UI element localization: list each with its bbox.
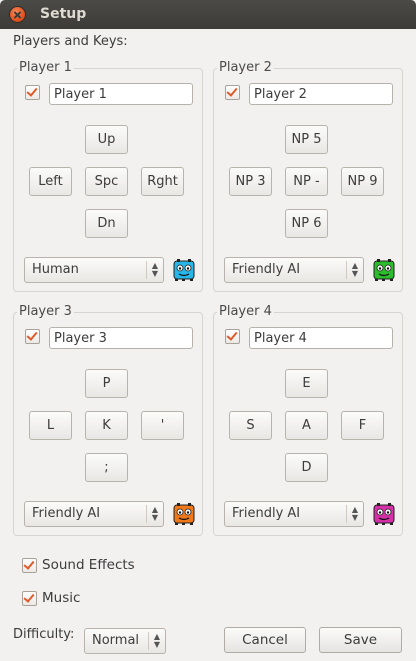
player-1-avatar-icon[interactable]	[173, 258, 195, 282]
player-2-legend: Player 2	[217, 60, 274, 75]
save-button[interactable]: Save	[319, 627, 402, 653]
player-2-control-select[interactable]: Friendly AI ▲ ▼	[224, 257, 364, 283]
player-2-key-left[interactable]: NP 3	[229, 167, 272, 196]
player-1-legend: Player 1	[17, 60, 74, 75]
music-checkbox[interactable]	[22, 591, 37, 606]
players-and-keys-label: Players and Keys:	[13, 34, 128, 49]
player-2-key-center[interactable]: NP -	[285, 167, 328, 196]
player-1-enabled-checkbox[interactable]	[25, 85, 40, 100]
player-3-key-up[interactable]: P	[85, 369, 128, 398]
close-icon[interactable]	[10, 7, 25, 22]
player-1-control-value: Human	[32, 262, 79, 277]
difficulty-label: Difficulty:	[13, 627, 75, 642]
player-2-key-down[interactable]: NP 6	[285, 209, 328, 238]
difficulty-select[interactable]: Normal ▲ ▼	[84, 628, 166, 654]
player-3-key-center[interactable]: K	[85, 411, 128, 440]
window-title: Setup	[40, 6, 87, 22]
player-4-key-left[interactable]: S	[229, 411, 272, 440]
player-4-enabled-checkbox[interactable]	[225, 329, 240, 344]
player-2-enabled-checkbox[interactable]	[225, 85, 240, 100]
player-3-avatar-icon[interactable]	[173, 502, 195, 526]
player-1-key-down[interactable]: Dn	[85, 209, 128, 238]
spinner-arrows-icon: ▲ ▼	[346, 505, 363, 523]
player-4-legend: Player 4	[217, 304, 274, 319]
player-1-key-right[interactable]: Rght	[141, 167, 184, 196]
sound-effects-checkbox[interactable]	[22, 558, 37, 573]
player-2-control-value: Friendly AI	[232, 262, 301, 277]
music-label: Music	[42, 590, 81, 606]
spinner-arrows-icon: ▲ ▼	[146, 261, 163, 279]
player-3-frame: Player 3 Player 3 P L K '; Friendly AI ▲ ▼	[13, 304, 203, 536]
spinner-arrows-icon: ▲ ▼	[148, 632, 165, 650]
spinner-arrows-icon: ▲ ▼	[146, 505, 163, 523]
player-4-control-select[interactable]: Friendly AI ▲ ▼	[224, 501, 364, 527]
player-1-name-input[interactable]: Player 1	[49, 83, 193, 105]
player-3-key-left[interactable]: L	[29, 411, 72, 440]
player-4-avatar-icon[interactable]	[373, 502, 395, 526]
player-3-legend: Player 3	[17, 304, 74, 319]
player-3-name-input[interactable]: Player 3	[49, 327, 193, 349]
player-4-key-down[interactable]: D	[285, 453, 328, 482]
player-4-key-up[interactable]: E	[285, 369, 328, 398]
player-2-key-up[interactable]: NP 5	[285, 125, 328, 154]
player-3-enabled-checkbox[interactable]	[25, 329, 40, 344]
player-2-name-input[interactable]: Player 2	[249, 83, 393, 105]
player-1-key-center[interactable]: Spc	[85, 167, 128, 196]
player-3-control-value: Friendly AI	[32, 506, 101, 521]
player-1-frame: Player 1 Player 1 Up Left Spc Rght Dn Human ▲ ▼	[13, 60, 203, 292]
player-3-key-right[interactable]: '	[141, 411, 184, 440]
difficulty-value: Normal	[92, 633, 140, 648]
player-4-key-right[interactable]: F	[341, 411, 384, 440]
spinner-arrows-icon: ▲ ▼	[346, 261, 363, 279]
player-2-frame: Player 2 Player 2 NP 5 NP 3 NP - NP 9 NP 6 Frie…	[213, 60, 403, 292]
player-4-name-input[interactable]: Player 4	[249, 327, 393, 349]
player-4-key-center[interactable]: A	[285, 411, 328, 440]
player-3-key-down[interactable]: ;	[85, 453, 128, 482]
player-2-avatar-icon[interactable]	[373, 258, 395, 282]
player-4-frame: Player 4 Player 4 E S A F D Friendly AI ▲ ▼	[213, 304, 403, 536]
player-1-control-select[interactable]: Human ▲ ▼	[24, 257, 164, 283]
player-1-key-up[interactable]: Up	[85, 125, 128, 154]
sound-effects-label: Sound Effects	[42, 557, 135, 573]
cancel-button[interactable]: Cancel	[224, 627, 306, 653]
player-3-control-select[interactable]: Friendly AI ▲ ▼	[24, 501, 164, 527]
player-4-control-value: Friendly AI	[232, 506, 301, 521]
player-2-key-right[interactable]: NP 9	[341, 167, 384, 196]
title-bar: Setup	[0, 0, 416, 29]
player-1-key-left[interactable]: Left	[29, 167, 72, 196]
